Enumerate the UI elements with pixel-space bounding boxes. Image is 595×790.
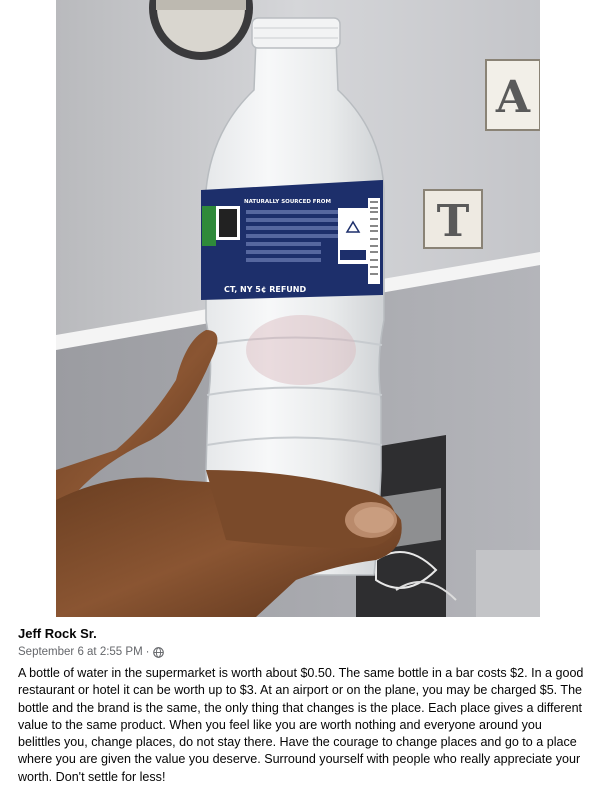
wall-letter-a: A [495,72,531,123]
post-photo-frame: A T NATURALLY SOURCED FROM CT, NY 5¢ REF… [0,0,595,617]
globe-icon[interactable] [152,646,164,658]
post-meta: September 6 at 2:55 PM · [18,646,164,658]
water-bottle-photo: A T NATURALLY SOURCED FROM CT, NY 5¢ REF… [56,0,540,617]
meta-separator: · [145,646,150,658]
post-footer: Jeff Rock Sr. September 6 at 2:55 PM · A… [0,617,595,790]
label-text: NATURALLY SOURCED FROM [244,199,331,205]
post-timestamp[interactable]: September 6 at 2:55 PM [18,646,143,658]
wall-letter-t: T [437,196,470,247]
post-photo[interactable]: A T NATURALLY SOURCED FROM CT, NY 5¢ REF… [56,0,540,617]
post-author[interactable]: Jeff Rock Sr. [18,626,97,641]
label-refund-text: CT, NY 5¢ REFUND [224,285,306,294]
post-text: A bottle of water in the supermarket is … [18,666,584,784]
